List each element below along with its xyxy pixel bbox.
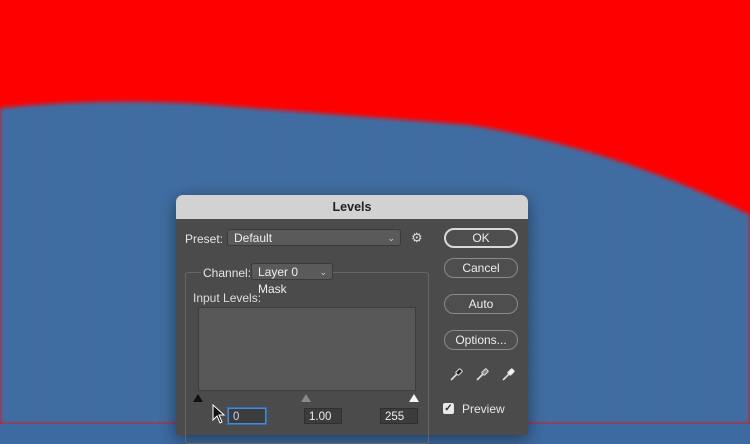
black-input-field[interactable]: 0: [228, 408, 266, 424]
preset-select[interactable]: Default ⌄: [227, 229, 401, 246]
cancel-button[interactable]: Cancel: [444, 258, 518, 278]
preview-label: Preview: [462, 402, 505, 416]
preset-label: Preset:: [185, 232, 224, 246]
midtone-input-field[interactable]: 1.00: [304, 408, 342, 424]
levels-dialog: Levels Preset: Default ⌄ ⚙ Channel: Laye…: [176, 195, 528, 444]
black-point-slider[interactable]: [193, 394, 203, 402]
chevron-down-icon: ⌄: [319, 267, 327, 277]
ok-button[interactable]: OK: [444, 228, 518, 248]
dialog-title: Levels: [176, 195, 528, 219]
preset-value: Default: [234, 231, 273, 245]
mouse-pointer-icon: [212, 404, 226, 424]
gray-eyedropper-icon[interactable]: [474, 367, 490, 383]
white-eyedropper-icon[interactable]: [500, 367, 516, 383]
input-levels-label: Input Levels:: [193, 291, 262, 305]
auto-button[interactable]: Auto: [444, 294, 518, 314]
histogram: [198, 307, 416, 391]
channel-label: Channel:: [201, 266, 254, 280]
black-eyedropper-icon[interactable]: [448, 367, 464, 383]
preview-checkbox[interactable]: ✓: [443, 403, 454, 414]
white-point-slider[interactable]: [409, 394, 419, 402]
chevron-down-icon: ⌄: [387, 233, 395, 243]
midtone-slider[interactable]: [301, 394, 311, 402]
options-button[interactable]: Options...: [444, 330, 518, 350]
gear-icon[interactable]: ⚙: [411, 230, 423, 246]
channel-select[interactable]: Layer 0 Mask ⌄: [251, 263, 333, 296]
white-input-field[interactable]: 255: [380, 408, 418, 424]
